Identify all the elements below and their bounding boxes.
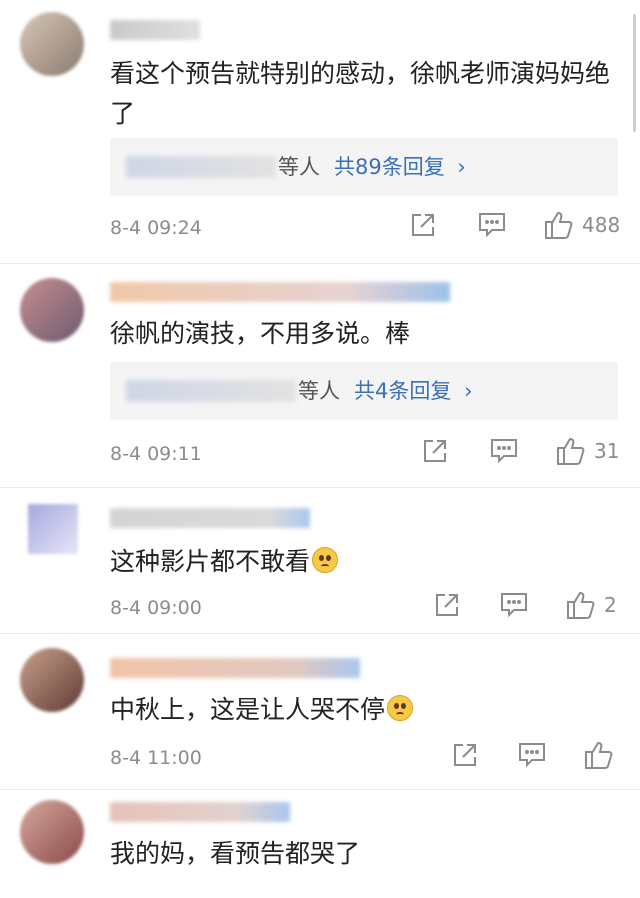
username-blurred[interactable] xyxy=(110,658,360,678)
share-icon xyxy=(454,744,476,766)
comment-item: 徐帆的演技，不用多说。棒 等人 共4条回复 › 8-4 09:11 31 xyxy=(0,264,640,488)
chevron-right-icon: › xyxy=(457,155,466,179)
share-icon xyxy=(436,594,458,616)
comment-text: 中秋上，这是让人哭不停 xyxy=(110,690,618,730)
reply-summary: 等人 共89条回复 › xyxy=(278,151,466,183)
share-icon xyxy=(424,440,446,462)
view-replies-link[interactable]: 共4条回复 xyxy=(354,379,451,403)
comment-button[interactable] xyxy=(490,438,518,464)
like-icon xyxy=(567,591,595,619)
view-replies-link[interactable]: 共89条回复 xyxy=(334,155,445,179)
crying-face-emoji xyxy=(312,547,339,573)
like-icon xyxy=(585,741,613,769)
share-button[interactable] xyxy=(422,438,448,464)
comment-icon xyxy=(519,743,545,768)
replier-names-blurred xyxy=(126,156,276,178)
comment-item: 看这个预告就特别的感动，徐帆老师演妈妈绝了 等人 共89条回复 › 8-4 09:… xyxy=(0,0,640,264)
like-button[interactable]: 31 xyxy=(556,436,619,466)
like-button[interactable] xyxy=(584,740,614,770)
username-blurred[interactable] xyxy=(110,802,290,822)
comment-body: 中秋上，这是让人哭不停 xyxy=(110,695,386,724)
comment-time: 8-4 11:00 xyxy=(110,747,202,769)
username-blurred[interactable] xyxy=(110,282,450,302)
username-blurred[interactable] xyxy=(110,20,200,40)
avatar[interactable] xyxy=(20,12,84,76)
comment-item: 这种影片都不敢看 8-4 09:00 2 xyxy=(0,488,640,634)
comment-button[interactable] xyxy=(518,742,546,768)
comment-text: 徐帆的演技，不用多说。棒 xyxy=(110,319,411,348)
username-blurred[interactable] xyxy=(110,508,310,528)
comment-item: 中秋上，这是让人哭不停 8-4 11:00 xyxy=(0,634,640,790)
avatar[interactable] xyxy=(20,278,84,342)
like-count: 488 xyxy=(582,213,621,237)
like-button[interactable]: 488 xyxy=(544,210,620,240)
share-button[interactable] xyxy=(434,592,460,618)
comment-time: 8-4 09:11 xyxy=(110,443,202,465)
reply-preview[interactable]: 等人 共4条回复 › xyxy=(110,362,618,420)
reply-summary: 等人 共4条回复 › xyxy=(298,375,472,407)
comment-button[interactable] xyxy=(500,592,528,618)
comment-icon xyxy=(491,439,517,464)
avatar[interactable] xyxy=(20,800,84,864)
comment-time: 8-4 09:24 xyxy=(110,217,202,239)
avatar[interactable] xyxy=(28,504,78,554)
like-count: 2 xyxy=(604,593,617,617)
share-button[interactable] xyxy=(452,742,478,768)
comment-text: 我的妈，看预告都哭了 xyxy=(110,839,361,868)
comment-item: 我的妈，看预告都哭了 xyxy=(0,790,640,898)
comment-icon xyxy=(501,593,527,618)
like-button[interactable]: 2 xyxy=(566,590,617,620)
comment-text: 看这个预告就特别的感动，徐帆老师演妈妈绝了 xyxy=(110,59,611,128)
reply-suffix: 等人 xyxy=(278,155,320,179)
crying-face-emoji xyxy=(387,695,414,721)
share-button[interactable] xyxy=(410,212,436,238)
share-icon xyxy=(412,214,434,236)
comment-body: 这种影片都不敢看 xyxy=(110,547,311,576)
replier-names-blurred xyxy=(126,380,296,402)
comment-time: 8-4 09:00 xyxy=(110,597,202,619)
like-icon xyxy=(545,211,573,239)
reply-preview[interactable]: 等人 共89条回复 › xyxy=(110,138,618,196)
comment-button[interactable] xyxy=(478,212,506,238)
like-icon xyxy=(557,437,585,465)
like-count: 31 xyxy=(594,439,620,463)
avatar[interactable] xyxy=(20,648,84,712)
comment-text: 这种影片都不敢看 xyxy=(110,542,618,582)
chevron-right-icon: › xyxy=(464,379,473,403)
comment-icon xyxy=(479,213,505,238)
reply-suffix: 等人 xyxy=(298,379,340,403)
